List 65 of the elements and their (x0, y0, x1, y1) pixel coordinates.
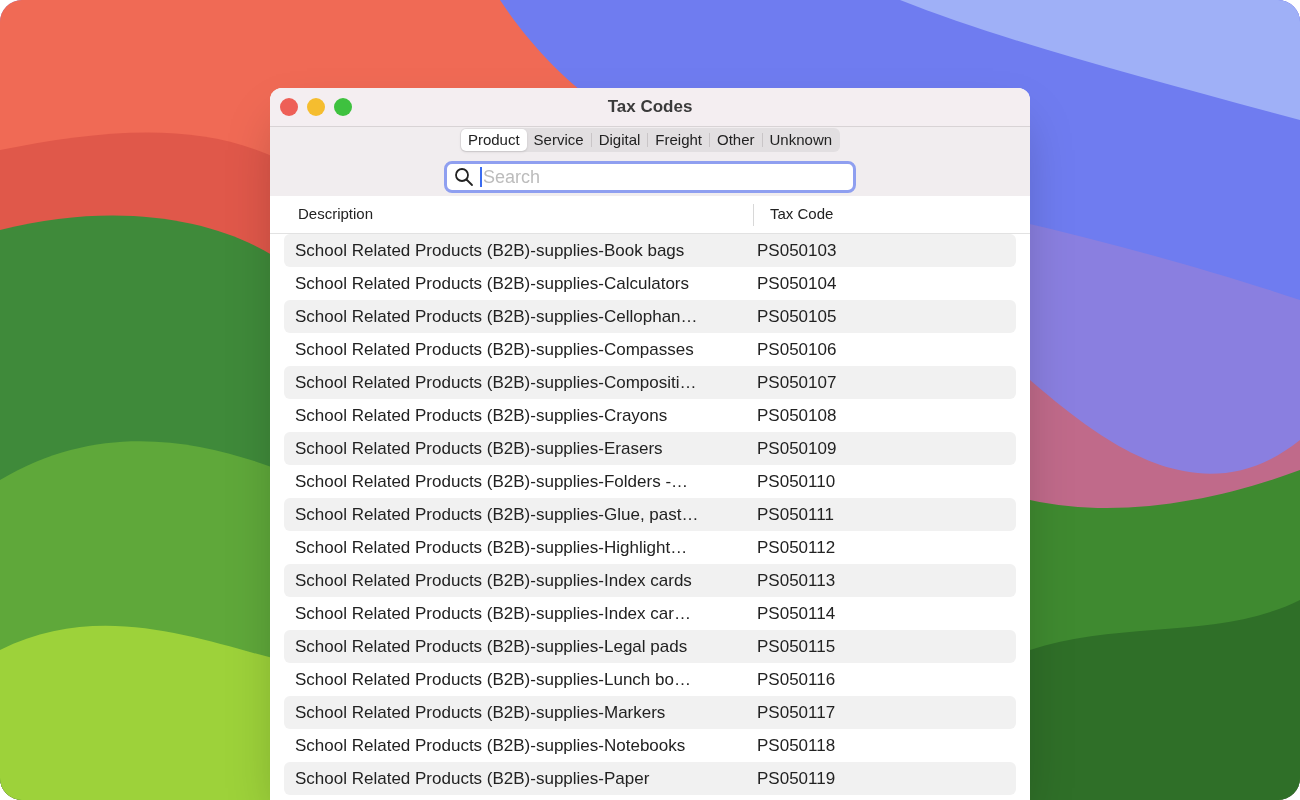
table-cell-text: PS050115 (757, 635, 836, 658)
table-cell-text: PS050117 (757, 701, 836, 724)
table-cell-text: School Related Products (B2B)-supplies-Glue, past… (294, 503, 700, 526)
table-row[interactable]: School Related Products (B2B)-supplies-Markers PS050117 (284, 696, 1016, 729)
tab[interactable]: Product (460, 129, 527, 151)
table-cell-text: PS050119 (757, 767, 836, 790)
table-cell-text: PS050113 (757, 569, 836, 592)
table-cell-text: PS050110 (757, 470, 836, 493)
tab[interactable]: Service (526, 129, 591, 151)
table-cell-text: School Related Products (B2B)-supplies-Highlight… (294, 536, 689, 559)
tab[interactable]: Unknown (762, 129, 840, 151)
table-cell-text: School Related Products (B2B)-supplies-Book bags (294, 239, 686, 262)
table-cell-text: PS050114 (757, 602, 836, 625)
table-cell-text: PS050107 (757, 371, 837, 394)
table-row[interactable]: School Related Products (B2B)-supplies-Compasses PS050106 (284, 333, 1016, 366)
table-row[interactable]: School Related Products (B2B)-supplies-Glue, past… PS050111 (284, 498, 1016, 531)
table-cell-text: PS050103 (757, 239, 837, 262)
table-cell-text: PS050104 (757, 272, 837, 295)
table-row[interactable]: School Related Products (B2B)-supplies-Erasers PS050109 (284, 432, 1016, 465)
table-cell-text: School Related Products (B2B)-supplies-Markers (294, 701, 667, 724)
window-title: Tax Codes (607, 96, 693, 119)
table-cell-text: PS050108 (757, 404, 837, 427)
table-cell-text: School Related Products (B2B)-supplies-Folders -… (294, 470, 690, 493)
table-row[interactable]: School Related Products (B2B)-supplies-Compositi… PS050107 (284, 366, 1016, 399)
table-row[interactable]: School Related Products (B2B)-supplies-Book bags PS050103 (284, 234, 1016, 267)
table-row[interactable]: School Related Products (B2B)-supplies-Index cards PS050113 (284, 564, 1016, 597)
tab[interactable]: Digital (591, 129, 648, 151)
table-cell-text: PS050116 (757, 668, 836, 691)
table-row[interactable]: School Related Products (B2B)-supplies-Index car… PS050114 (284, 597, 1016, 630)
table-cell-text: School Related Products (B2B)-supplies-Index cards (294, 569, 693, 592)
table-cell-text: School Related Products (B2B)-supplies-Legal pads (294, 635, 689, 658)
zoom-button[interactable] (334, 98, 352, 116)
table-cell-text: School Related Products (B2B)-supplies-Calculators (294, 272, 690, 295)
table-cell-text: School Related Products (B2B)-supplies-Erasers (294, 437, 664, 460)
tab[interactable]: Freight (648, 129, 709, 151)
table-cell-text: PS050111 (757, 503, 834, 526)
table-row[interactable]: School Related Products (B2B)-supplies-Lunch bo… PS050116 (284, 663, 1016, 696)
table-cell-text: PS050118 (757, 734, 836, 757)
table-cell-text: School Related Products (B2B)-supplies-Crayons (294, 404, 669, 427)
table-row[interactable]: School Related Products (B2B)-supplies-Crayons PS050108 (284, 399, 1016, 432)
table-cell-text: School Related Products (B2B)-supplies-Notebooks (294, 734, 687, 757)
column-header[interactable]: Tax Code (754, 203, 834, 226)
table-row[interactable]: School Related Products (B2B)-supplies-Paper PS050119 (284, 762, 1016, 795)
table-cell-text: School Related Products (B2B)-supplies-Lunch bo… (294, 668, 692, 691)
table-row[interactable]: School Related Products (B2B)-supplies-Highlight… PS050112 (284, 531, 1016, 564)
table-cell-text: School Related Products (B2B)-supplies-Compasses (294, 338, 695, 361)
table-cell-text: School Related Products (B2B)-supplies-Index car… (294, 602, 692, 625)
minimize-button[interactable] (307, 98, 325, 116)
table-cell-text: PS050106 (757, 338, 837, 361)
table-cell-text: PS050109 (757, 437, 837, 460)
table-row[interactable]: School Related Products (B2B)-supplies-Legal pads PS050115 (284, 630, 1016, 663)
close-button[interactable] (280, 98, 298, 116)
search-icon (454, 167, 474, 187)
table-cell-text: School Related Products (B2B)-supplies-Paper (294, 767, 651, 790)
tab[interactable]: Other (710, 129, 762, 151)
table-row[interactable]: School Related Products (B2B)-supplies-Folders -… PS050110 (284, 465, 1016, 498)
table-row[interactable]: School Related Products (B2B)-supplies-Notebooks PS050118 (284, 729, 1016, 762)
search-field[interactable]: Search (444, 161, 856, 193)
table-row[interactable]: School Related Products (B2B)-supplies-Cellophan… PS050105 (284, 300, 1016, 333)
table-cell-text: School Related Products (B2B)-supplies-Compositi… (294, 371, 698, 394)
table-cell-text: PS050112 (757, 536, 836, 559)
table-cell-text: PS050105 (757, 305, 837, 328)
table-cell-text: School Related Products (B2B)-supplies-Cellophan… (294, 305, 699, 328)
column-header[interactable]: Description (270, 203, 753, 226)
table-row[interactable]: School Related Products (B2B)-supplies-Calculators PS050104 (284, 267, 1016, 300)
